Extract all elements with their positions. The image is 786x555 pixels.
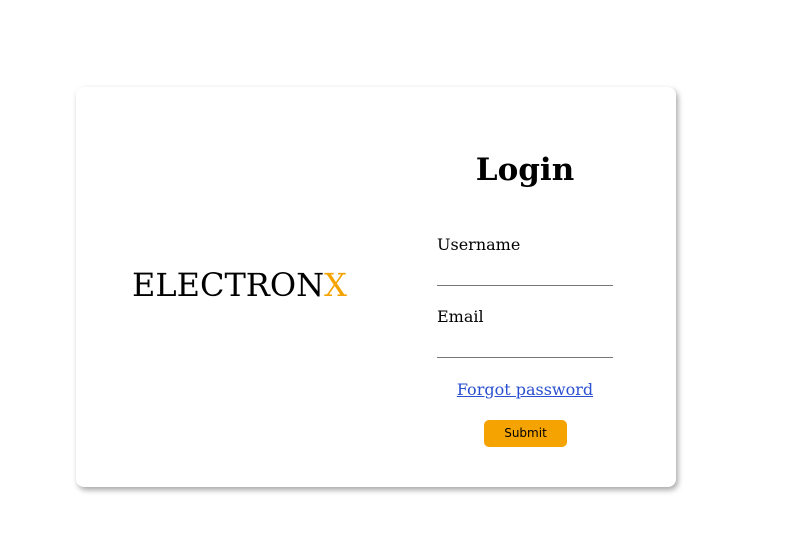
forgot-password-link[interactable]: Forgot password: [425, 379, 625, 401]
email-label: Email: [437, 307, 484, 326]
submit-button[interactable]: Submit: [484, 420, 567, 447]
page-title: Login: [475, 152, 575, 188]
username-label: Username: [437, 235, 521, 254]
brand-logo: ELECTRONX: [132, 265, 347, 305]
login-card: ELECTRONX Login Username Email Forgot pa…: [76, 87, 676, 487]
username-input[interactable]: [437, 261, 613, 286]
brand-accent: X: [324, 266, 347, 304]
email-input[interactable]: [437, 333, 613, 358]
brand-name: ELECTRON: [132, 266, 325, 304]
